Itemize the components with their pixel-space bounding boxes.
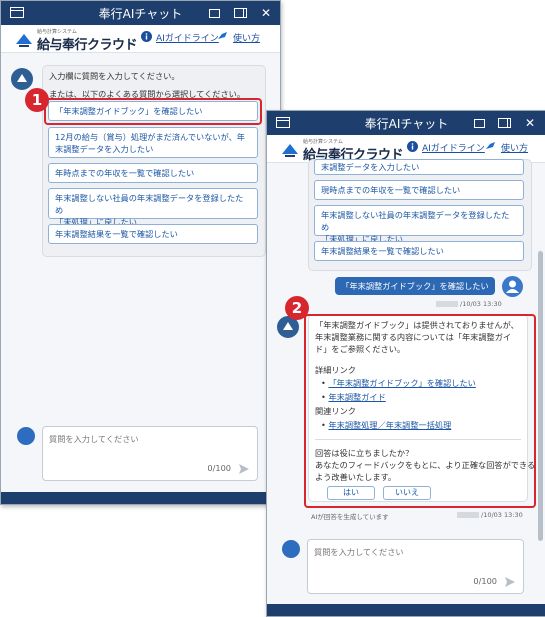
highlight-box bbox=[44, 98, 262, 125]
logo-mark-icon bbox=[282, 144, 298, 157]
faq-label: 年時点までの年収を一覧で確認したい bbox=[55, 168, 195, 178]
faq-button[interactable]: 末調整データを入力したい bbox=[314, 159, 524, 175]
faq-label: 現時点までの年収を一覧で確認したい bbox=[321, 185, 461, 195]
bot-icon bbox=[283, 322, 293, 330]
faq-label: 12月の給与（賞与）処理がまだ済んでいないが、年 bbox=[55, 132, 245, 142]
faq-button[interactable]: 年末調整しない社員の年末調整データを登録したため 「未処理」に戻したい bbox=[48, 188, 258, 227]
faq-button[interactable]: 年時点までの年収を一覧で確認したい bbox=[48, 163, 258, 183]
step-badge-1: 1 bbox=[25, 88, 49, 112]
close-button[interactable]: ✕ bbox=[522, 115, 538, 131]
char-counter: 0/100 bbox=[207, 463, 231, 473]
bot-icon bbox=[17, 74, 27, 82]
timestamp-text: /10/03 13:30 bbox=[460, 300, 502, 308]
ai-generating-note: AIが回答を生成しています bbox=[311, 513, 389, 521]
ai-guideline-link[interactable]: AIガイドライン bbox=[156, 31, 219, 44]
question-input[interactable]: 質問を入力してください 0/100 bbox=[42, 426, 258, 481]
send-icon[interactable] bbox=[505, 577, 515, 587]
user-timestamp: /10/03 13:30 bbox=[436, 300, 502, 308]
title-bar: 奉行AIチャット ✕ bbox=[267, 111, 545, 135]
step-badge-2: 2 bbox=[285, 296, 309, 320]
close-button[interactable]: ✕ bbox=[258, 5, 274, 21]
product-logo: 給与計算システム 給与奉行クラウド bbox=[15, 28, 138, 53]
faq-button[interactable]: 現時点までの年収を一覧で確認したい bbox=[314, 180, 524, 200]
brand-name: 給与奉行クラウド bbox=[37, 38, 138, 53]
faq-button[interactable]: 年末調整しない社員の年末調整データを登録したため 「未処理」に戻したい bbox=[314, 205, 524, 244]
chat-window-1: 奉行AIチャット ✕ 給与計算システム 給与奉行クラウド AIガイドライン 使い… bbox=[0, 0, 281, 505]
howto-link[interactable]: 使い方 bbox=[501, 141, 528, 154]
user-message: 「年末調整ガイドブック」を確認したい bbox=[335, 277, 495, 295]
faq-button[interactable]: 年末調整結果を一覧で確認したい bbox=[48, 224, 258, 244]
char-counter: 0/100 bbox=[473, 576, 497, 586]
panel-icon bbox=[497, 118, 511, 128]
info-icon bbox=[407, 141, 418, 152]
chat-icon bbox=[282, 540, 300, 558]
bot-avatar bbox=[11, 68, 33, 90]
logo-mark-icon bbox=[16, 34, 32, 47]
howto-link[interactable]: 使い方 bbox=[233, 31, 260, 44]
panel-button[interactable] bbox=[496, 115, 512, 131]
question-input[interactable]: 質問を入力してください 0/100 bbox=[307, 539, 524, 594]
footer-bar bbox=[267, 604, 545, 616]
brand-bar: 給与計算システム 給与奉行クラウド AIガイドライン 使い方 bbox=[1, 25, 280, 53]
faq-label: 末調整データを入力したい bbox=[321, 162, 420, 172]
bot-timestamp: /10/03 13:30 bbox=[457, 511, 523, 519]
chat-area: 末調整データを入力したい 現時点までの年収を一覧で確認したい 年末調整しない社員… bbox=[267, 159, 545, 604]
highlight-box bbox=[304, 314, 536, 508]
restore-icon bbox=[473, 119, 485, 128]
faq-button[interactable]: 年末調整結果を一覧で確認したい bbox=[314, 241, 524, 261]
chat-icon bbox=[17, 427, 35, 445]
faq-label: 年末調整しない社員の年末調整データを登録したため bbox=[55, 193, 244, 215]
faq-button[interactable]: 12月の給与（賞与）処理がまだ済んでいないが、年 末調整データを入力したい bbox=[48, 127, 258, 158]
footer-bar bbox=[1, 492, 280, 504]
chat-area: 入力欄に質問を入力してください。 または、以下のよくある質問から選択してください… bbox=[1, 53, 280, 492]
ai-guideline-link[interactable]: AIガイドライン bbox=[422, 141, 485, 154]
send-icon[interactable] bbox=[239, 464, 249, 474]
info-icon bbox=[141, 31, 152, 42]
restore-icon bbox=[208, 9, 220, 18]
panel-icon bbox=[233, 8, 247, 18]
title-bar: 奉行AIチャット ✕ bbox=[1, 1, 280, 25]
chat-window-2: 奉行AIチャット ✕ 給与計算システム 給与奉行クラウド AIガイドライン 使い… bbox=[266, 110, 545, 617]
bot-message-line: 入力欄に質問を入力してください。 bbox=[49, 71, 180, 81]
redacted-year bbox=[436, 301, 458, 307]
howto-icon bbox=[486, 142, 495, 149]
scrollbar-thumb[interactable] bbox=[538, 251, 543, 541]
input-placeholder: 質問を入力してください bbox=[49, 434, 139, 444]
howto-icon bbox=[218, 32, 227, 39]
user-avatar bbox=[502, 276, 523, 297]
redacted-year bbox=[457, 512, 479, 518]
faq-label: 年末調整結果を一覧で確認したい bbox=[55, 229, 178, 239]
faq-label: 年末調整結果を一覧で確認したい bbox=[321, 246, 444, 256]
timestamp-text: /10/03 13:30 bbox=[481, 511, 523, 519]
panel-button[interactable] bbox=[232, 5, 248, 21]
user-icon bbox=[506, 280, 519, 293]
input-placeholder: 質問を入力してください bbox=[314, 547, 404, 557]
restore-button[interactable] bbox=[206, 5, 222, 21]
product-logo: 給与計算システム 給与奉行クラウド bbox=[281, 138, 404, 163]
faq-label: 末調整データを入力したい bbox=[55, 144, 154, 154]
faq-label: 年末調整しない社員の年末調整データを登録したため bbox=[321, 210, 510, 232]
restore-button[interactable] bbox=[471, 115, 487, 131]
